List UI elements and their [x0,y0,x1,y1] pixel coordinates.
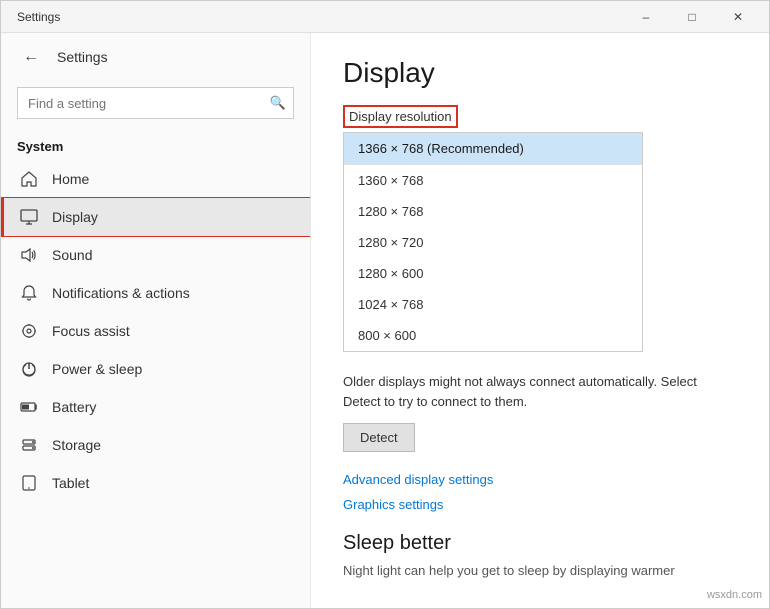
dropdown-option-2[interactable]: 1280 × 768 [344,196,642,227]
resolution-dropdown-list[interactable]: 1366 × 768 (Recommended) 1360 × 768 1280… [343,132,643,352]
storage-icon [20,436,38,454]
info-text: Older displays might not always connect … [343,372,737,411]
sidebar-item-battery[interactable]: Battery [1,388,310,426]
sidebar-item-sound-label: Sound [52,247,92,263]
graphics-settings-link[interactable]: Graphics settings [343,497,737,512]
window-title-label: Settings [57,49,108,65]
main-content: Display Display resolution 1366 × 768 (R… [311,33,769,608]
sidebar-item-tablet[interactable]: Tablet [1,464,310,502]
sidebar-item-focus[interactable]: Focus assist [1,312,310,350]
power-icon [20,360,38,378]
battery-icon [20,398,38,416]
sidebar-top: ← Settings [1,33,310,81]
sleep-title: Sleep better [343,532,737,555]
sidebar-item-display-label: Display [52,209,98,225]
back-button[interactable]: ← [17,43,45,71]
sidebar-item-notifications-label: Notifications & actions [52,285,190,301]
detect-button[interactable]: Detect [343,423,415,452]
titlebar: Settings – □ ✕ [1,1,769,33]
search-input[interactable] [17,87,294,119]
sidebar: ← Settings 🔍 System Home [1,33,311,608]
sidebar-item-home-label: Home [52,171,89,187]
page-title: Display [343,57,737,89]
tablet-icon [20,474,38,492]
dropdown-label: Display resolution [343,105,458,128]
sidebar-item-storage[interactable]: Storage [1,426,310,464]
notifications-icon [20,284,38,302]
sidebar-item-display[interactable]: Display [1,198,310,236]
sidebar-item-sound[interactable]: Sound [1,236,310,274]
dropdown-option-6[interactable]: 800 × 600 [344,320,642,351]
dropdown-option-3[interactable]: 1280 × 720 [344,227,642,258]
sidebar-item-focus-label: Focus assist [52,323,130,339]
sidebar-item-notifications[interactable]: Notifications & actions [1,274,310,312]
maximize-button[interactable]: □ [669,1,715,33]
home-icon [20,170,38,188]
settings-window: Settings – □ ✕ ← Settings 🔍 System [0,0,770,609]
dropdown-option-1[interactable]: 1360 × 768 [344,165,642,196]
dropdown-option-4[interactable]: 1280 × 600 [344,258,642,289]
dropdown-section: Display resolution 1366 × 768 (Recommend… [343,105,737,352]
sidebar-section-label: System [1,131,310,160]
focus-icon [20,322,38,340]
dropdown-option-5[interactable]: 1024 × 768 [344,289,642,320]
display-icon [20,208,38,226]
advanced-display-link[interactable]: Advanced display settings [343,472,737,487]
window-body: ← Settings 🔍 System Home [1,33,769,608]
dropdown-option-0[interactable]: 1366 × 768 (Recommended) [344,133,642,164]
sound-icon [20,246,38,264]
close-button[interactable]: ✕ [715,1,761,33]
sidebar-item-tablet-label: Tablet [52,475,89,491]
titlebar-controls: – □ ✕ [623,1,761,33]
sidebar-item-home[interactable]: Home [1,160,310,198]
minimize-button[interactable]: – [623,1,669,33]
sidebar-item-storage-label: Storage [52,437,101,453]
sleep-text: Night light can help you get to sleep by… [343,561,737,581]
titlebar-title: Settings [17,10,623,24]
sidebar-item-power-label: Power & sleep [52,361,142,377]
sidebar-item-power[interactable]: Power & sleep [1,350,310,388]
sidebar-item-battery-label: Battery [52,399,96,415]
search-container: 🔍 [17,87,294,119]
